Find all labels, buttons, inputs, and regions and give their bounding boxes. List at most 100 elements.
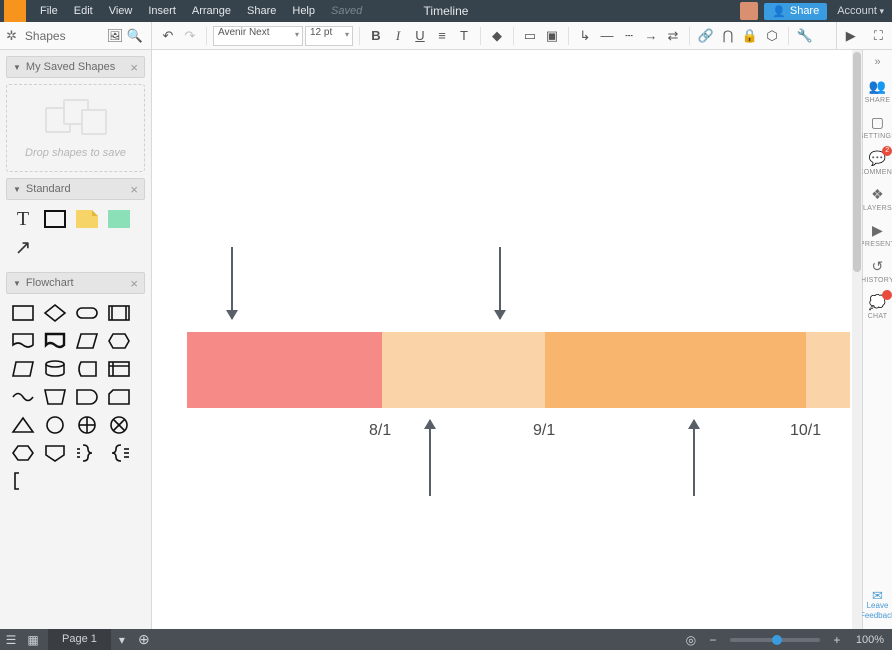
block-shape[interactable] bbox=[106, 208, 132, 230]
menu-file[interactable]: File bbox=[32, 0, 66, 22]
rail-share[interactable]: 👥SHARE bbox=[865, 78, 891, 104]
zoom-thumb[interactable] bbox=[772, 635, 782, 645]
fc-manual[interactable] bbox=[42, 386, 68, 408]
add-page-icon[interactable]: ⊕ bbox=[133, 631, 155, 648]
arrow-up[interactable] bbox=[693, 420, 695, 496]
scroll-thumb[interactable] bbox=[853, 52, 861, 272]
zoom-slider[interactable] bbox=[730, 638, 820, 642]
gear-icon[interactable]: ✲ bbox=[6, 28, 17, 44]
menu-edit[interactable]: Edit bbox=[66, 0, 101, 22]
fc-multidoc[interactable] bbox=[42, 330, 68, 352]
close-icon[interactable]: × bbox=[130, 60, 138, 75]
arrow-shape[interactable]: ↗ bbox=[10, 236, 36, 258]
fc-bracket[interactable] bbox=[10, 470, 36, 492]
line1-icon[interactable]: ↳ bbox=[575, 26, 595, 46]
share-button[interactable]: 👤Share bbox=[764, 3, 827, 20]
timeline-block[interactable] bbox=[187, 332, 382, 408]
font-select[interactable]: Avenir Next bbox=[213, 26, 303, 46]
text-transform-icon[interactable]: T bbox=[454, 26, 474, 46]
arrow-down[interactable] bbox=[499, 247, 501, 319]
link-icon[interactable]: 🔗 bbox=[696, 26, 716, 46]
fc-offpage[interactable] bbox=[42, 442, 68, 464]
fc-storage[interactable] bbox=[74, 358, 100, 380]
arrow-down[interactable] bbox=[231, 247, 233, 319]
page-menu-icon[interactable]: ▾ bbox=[111, 633, 133, 647]
rail-chat[interactable]: 💭CHAT bbox=[868, 294, 888, 320]
line2-icon[interactable]: — bbox=[597, 26, 617, 46]
fc-or[interactable] bbox=[106, 414, 132, 436]
align-icon[interactable]: ≡ bbox=[432, 26, 452, 46]
menu-arrange[interactable]: Arrange bbox=[184, 0, 239, 22]
fc-sum[interactable] bbox=[74, 414, 100, 436]
bold-icon[interactable]: B bbox=[366, 26, 386, 46]
menu-help[interactable]: Help bbox=[284, 0, 323, 22]
standard-header[interactable]: ▼ Standard × bbox=[6, 178, 145, 200]
fc-tape[interactable] bbox=[10, 386, 36, 408]
menu-insert[interactable]: Insert bbox=[140, 0, 184, 22]
magnet-icon[interactable]: ⋂ bbox=[718, 26, 738, 46]
page-tab[interactable]: Page 1 bbox=[48, 629, 111, 650]
vertical-scrollbar[interactable] bbox=[852, 50, 862, 629]
fc-prep[interactable] bbox=[106, 330, 132, 352]
fc-delay[interactable] bbox=[74, 386, 100, 408]
line4-icon[interactable]: → bbox=[641, 26, 661, 46]
fc-database[interactable] bbox=[42, 358, 68, 380]
rail-settings[interactable]: ▢SETTINGS bbox=[859, 114, 892, 140]
play-icon[interactable]: ▶ bbox=[841, 26, 861, 46]
fc-decision[interactable] bbox=[42, 302, 68, 324]
collapse-rail-icon[interactable]: » bbox=[874, 56, 880, 68]
close-icon[interactable]: × bbox=[130, 182, 138, 197]
layout2-icon[interactable]: ▣ bbox=[542, 26, 562, 46]
search-icon[interactable]: 🔍 bbox=[125, 26, 145, 46]
font-size-select[interactable]: 12 pt bbox=[305, 26, 353, 46]
image-icon[interactable]: 🖼 bbox=[105, 26, 125, 46]
flowchart-header[interactable]: ▼ Flowchart × bbox=[6, 272, 145, 294]
redo-icon[interactable]: ↷ bbox=[180, 26, 200, 46]
underline-icon[interactable]: U bbox=[410, 26, 430, 46]
zoom-value[interactable]: 100% bbox=[848, 634, 892, 646]
fc-internal[interactable] bbox=[106, 358, 132, 380]
zoom-out-icon[interactable]: − bbox=[702, 633, 724, 647]
timeline-block[interactable] bbox=[806, 332, 850, 408]
fc-predefined[interactable] bbox=[106, 302, 132, 324]
canvas[interactable]: 8/19/110/1 bbox=[152, 50, 862, 629]
fc-brace-right[interactable] bbox=[74, 442, 100, 464]
fc-terminator[interactable] bbox=[74, 302, 100, 324]
fc-card[interactable] bbox=[106, 386, 132, 408]
fc-process[interactable] bbox=[10, 302, 36, 324]
fc-document[interactable] bbox=[10, 330, 36, 352]
avatar[interactable] bbox=[740, 2, 758, 20]
undo-icon[interactable]: ↶ bbox=[158, 26, 178, 46]
close-icon[interactable]: × bbox=[130, 276, 138, 291]
fc-connector[interactable] bbox=[42, 414, 68, 436]
arrow-up[interactable] bbox=[429, 420, 431, 496]
lock-icon[interactable]: 🔒 bbox=[740, 26, 760, 46]
italic-icon[interactable]: I bbox=[388, 26, 408, 46]
menu-view[interactable]: View bbox=[101, 0, 141, 22]
saved-shapes-dropzone[interactable]: Drop shapes to save bbox=[6, 84, 145, 172]
saved-shapes-header[interactable]: ▼ My Saved Shapes × bbox=[6, 56, 145, 78]
fc-data[interactable] bbox=[10, 358, 36, 380]
rail-history[interactable]: ↺HISTORY bbox=[861, 258, 892, 284]
target-icon[interactable]: ◎ bbox=[680, 633, 702, 647]
rect-shape[interactable] bbox=[42, 208, 68, 230]
grid-view-icon[interactable]: ▦ bbox=[22, 633, 44, 647]
swap-icon[interactable]: ⇄ bbox=[663, 26, 683, 46]
fullscreen-icon[interactable]: ⛶ bbox=[868, 26, 888, 46]
fc-brace-left[interactable] bbox=[106, 442, 132, 464]
text-shape[interactable]: T bbox=[10, 208, 36, 230]
menu-share[interactable]: Share bbox=[239, 0, 284, 22]
timeline-block[interactable] bbox=[545, 332, 806, 408]
timeline-block[interactable] bbox=[382, 332, 545, 408]
rail-comment[interactable]: 💬2COMMENT bbox=[858, 150, 892, 176]
rail-layers[interactable]: ❖LAYERS bbox=[863, 186, 892, 212]
app-logo[interactable] bbox=[4, 0, 26, 22]
account-menu[interactable]: Account bbox=[837, 5, 888, 17]
layout1-icon[interactable]: ▭ bbox=[520, 26, 540, 46]
fc-display[interactable] bbox=[10, 442, 36, 464]
leave-feedback[interactable]: ✉LeaveFeedback bbox=[860, 591, 892, 621]
cube-icon[interactable]: ⬡ bbox=[762, 26, 782, 46]
fc-extract[interactable] bbox=[10, 414, 36, 436]
zoom-in-icon[interactable]: + bbox=[826, 633, 848, 647]
fc-io[interactable] bbox=[74, 330, 100, 352]
